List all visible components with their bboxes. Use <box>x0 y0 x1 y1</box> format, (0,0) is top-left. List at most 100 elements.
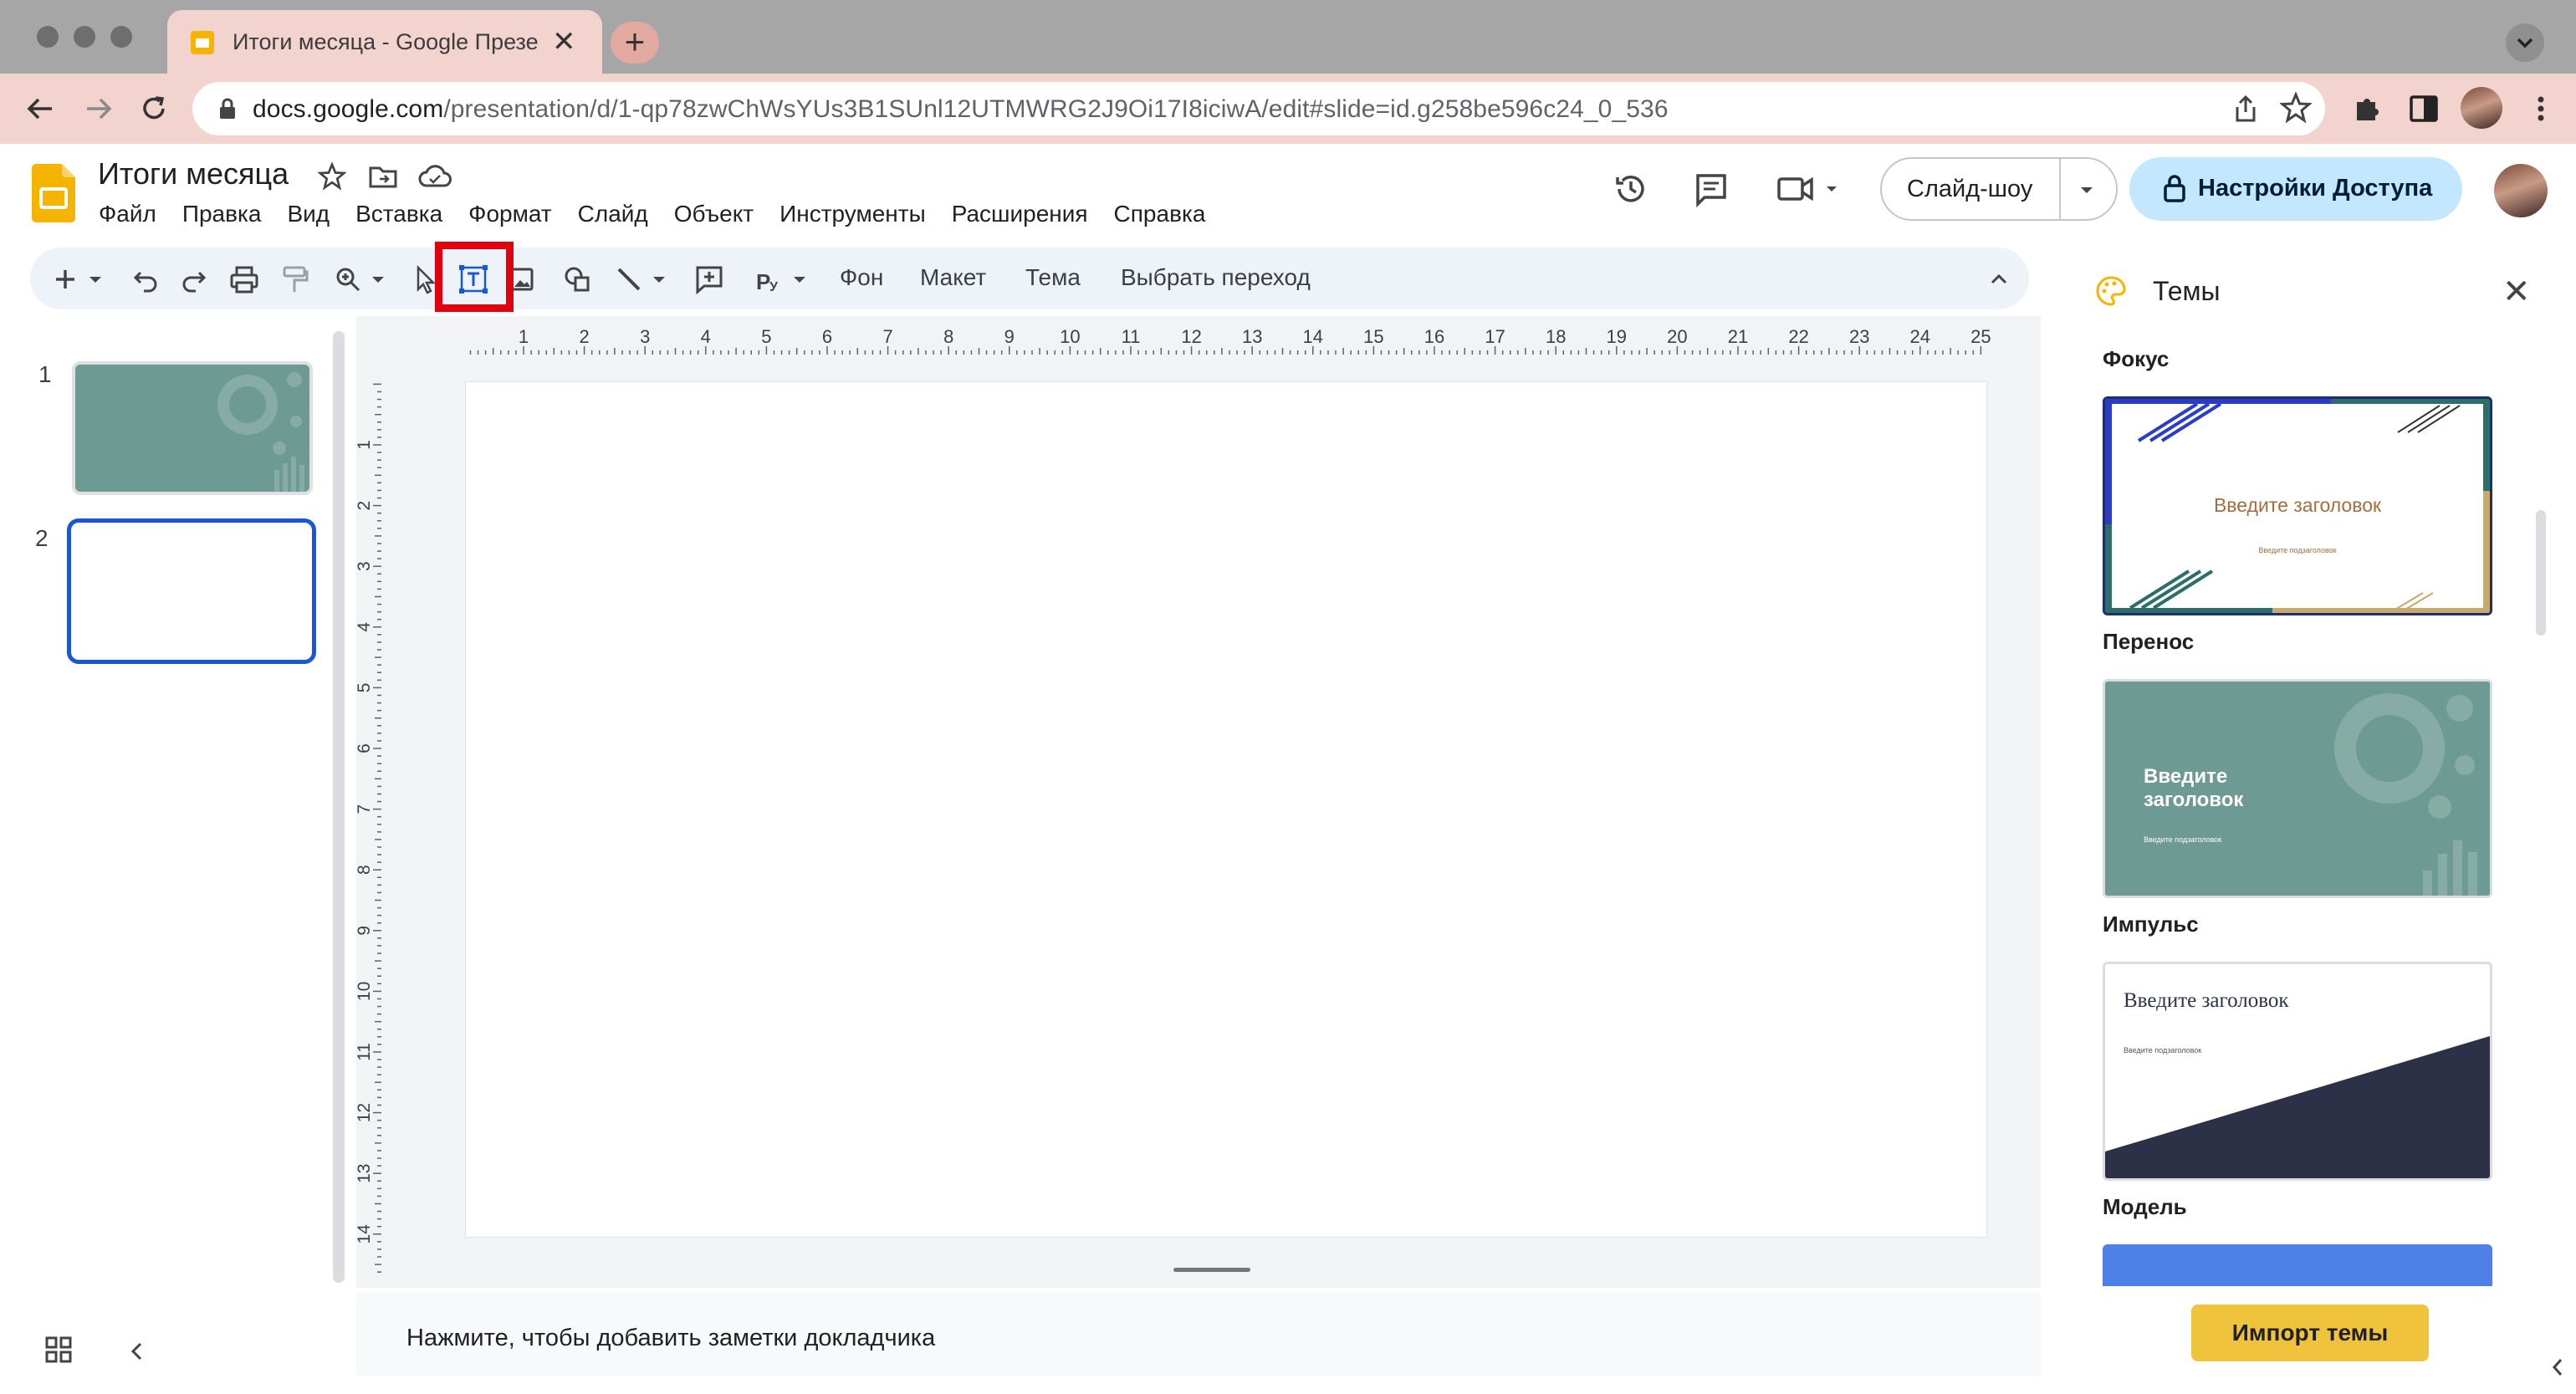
ruler-label: 8 <box>355 865 374 875</box>
theme-button[interactable]: Тема <box>1025 264 1081 291</box>
theme-card-transfer[interactable]: Введите заголовок Введите подзаголовок <box>2103 679 2492 898</box>
zoom-icon[interactable] <box>331 263 365 296</box>
theme-preview-title: Введите заголовок <box>2144 765 2244 811</box>
menu-arrange[interactable]: Объект <box>674 201 754 227</box>
slides-logo-icon[interactable] <box>32 164 75 222</box>
new-tab-button[interactable]: + <box>611 22 659 64</box>
line-icon[interactable] <box>612 263 646 296</box>
ruler-label: 1 <box>519 326 529 347</box>
background-button[interactable]: Фон <box>840 264 883 291</box>
move-folder-icon[interactable] <box>368 162 398 191</box>
menu-format[interactable]: Формат <box>468 201 551 227</box>
star-icon[interactable] <box>318 162 346 191</box>
collapse-toolbar-icon[interactable] <box>1982 263 2016 296</box>
share-page-icon[interactable] <box>2231 94 2260 124</box>
menu-tools[interactable]: Инструменты <box>779 201 926 227</box>
theme-card-model[interactable] <box>2103 1244 2492 1286</box>
collapse-filmstrip-icon[interactable] <box>122 1335 152 1368</box>
theme-preview-subtitle: Введите подзаголовок <box>2144 835 2222 844</box>
grid-view-icon[interactable] <box>42 1333 75 1366</box>
slideshow-dropdown-icon[interactable] <box>2074 177 2099 202</box>
side-panel-collapse-icon[interactable] <box>2538 1348 2576 1386</box>
browser-profile-avatar[interactable] <box>2461 87 2502 129</box>
print-icon[interactable] <box>227 263 261 296</box>
share-button[interactable]: Настройки Доступа <box>2129 157 2462 221</box>
ruler-label: 10 <box>1060 326 1080 347</box>
theme-name: Перенос <box>2103 629 2195 654</box>
slide-thumbnail-1[interactable] <box>72 361 313 495</box>
menu-view[interactable]: Вид <box>287 201 330 227</box>
add-comment-icon[interactable] <box>693 263 726 296</box>
theme-card-focus[interactable]: Введите заголовок Введите подзаголовок <box>2103 396 2492 615</box>
menu-help[interactable]: Справка <box>1114 201 1206 227</box>
vertical-ruler[interactable]: 1234567891011121314 <box>351 380 385 1274</box>
theme-name: Импульс <box>2103 911 2199 937</box>
extensions-icon[interactable] <box>2349 90 2385 127</box>
thumbnail-decoration <box>217 372 304 492</box>
zoom-dropdown-icon[interactable] <box>368 263 388 296</box>
lock-icon[interactable] <box>217 97 238 120</box>
horizontal-ruler[interactable]: 1 2 3 4 5 6 7 8 9 10 11 12 13 14 15 16 17 18 19 20 21 22 23 24 2… <box>465 324 1996 358</box>
notes-resize-handle[interactable] <box>1173 1268 1250 1272</box>
browser-tab[interactable]: Итоги месяца - Google Презе ✕ <box>167 10 602 74</box>
share-label: Настройки Доступа <box>2198 175 2433 202</box>
back-button[interactable] <box>22 90 59 127</box>
layout-button[interactable]: Макет <box>920 264 986 291</box>
account-avatar[interactable] <box>2494 164 2548 217</box>
close-icon[interactable]: ✕ <box>2502 273 2531 311</box>
browser-menu-icon[interactable] <box>2522 90 2559 127</box>
meet-camera-icon[interactable] <box>1776 172 1843 206</box>
browser-toolbar: docs.google.com/presentation/d/1-qp78zwC… <box>0 74 2576 144</box>
side-panel-icon[interactable] <box>2405 90 2442 127</box>
ruler-label: 7 <box>882 326 892 347</box>
address-bar[interactable]: docs.google.com/presentation/d/1-qp78zwC… <box>192 82 2325 135</box>
new-slide-button[interactable] <box>49 263 82 296</box>
ruler-label: 22 <box>1788 326 1808 347</box>
filmstrip-scrollbar[interactable] <box>333 331 345 1283</box>
slides-favicon-icon <box>191 31 214 54</box>
new-slide-dropdown-icon[interactable] <box>85 263 105 296</box>
window-zoom-button[interactable] <box>110 26 132 48</box>
menu-insert[interactable]: Вставка <box>355 201 442 227</box>
transition-button[interactable]: Выбрать переход <box>1121 264 1311 291</box>
ruler-label: 18 <box>1546 326 1566 347</box>
paint-format-icon[interactable] <box>278 263 311 296</box>
comments-icon[interactable] <box>1693 171 1730 207</box>
themes-scrollbar[interactable] <box>2536 510 2546 636</box>
menu-bar: Файл Правка Вид Вставка Формат Слайд Объ… <box>99 201 1231 227</box>
forward-button[interactable] <box>80 90 117 127</box>
ruler-label: 13 <box>1242 326 1262 347</box>
menu-file[interactable]: Файл <box>99 201 156 227</box>
speaker-notes-area[interactable]: Нажмите, чтобы добавить заметки докладчи… <box>356 1293 2041 1376</box>
tab-search-button[interactable] <box>2506 23 2544 62</box>
window-minimize-button[interactable] <box>74 26 95 48</box>
line-dropdown-icon[interactable] <box>649 263 669 296</box>
bookmark-star-icon[interactable] <box>2280 92 2312 124</box>
input-tools-icon[interactable]: PУ <box>754 263 813 296</box>
undo-icon[interactable] <box>129 263 162 296</box>
editing-toolbar: PУ Фон Макет Тема Выбрать переход <box>30 248 2029 309</box>
slideshow-label: Слайд-шоу <box>1907 176 2033 202</box>
import-theme-button[interactable]: Импорт темы <box>2191 1305 2429 1361</box>
reload-button[interactable] <box>135 90 172 127</box>
slide-canvas[interactable] <box>465 381 1987 1238</box>
window-close-button[interactable] <box>37 26 59 48</box>
menu-extensions[interactable]: Расширения <box>952 201 1088 227</box>
menu-slide[interactable]: Слайд <box>578 201 648 227</box>
shape-icon[interactable] <box>560 263 594 296</box>
menu-edit[interactable]: Правка <box>182 201 262 227</box>
document-title[interactable]: Итоги месяца <box>98 156 289 191</box>
redo-icon[interactable] <box>177 263 211 296</box>
cloud-saved-icon[interactable] <box>418 164 452 189</box>
version-history-icon[interactable] <box>1613 171 1649 207</box>
ruler-label: 24 <box>1910 326 1930 347</box>
tab-close-icon[interactable]: ✕ <box>552 25 576 59</box>
ruler-label: 11 <box>355 1043 374 1061</box>
theme-preview-title: Введите заголовок <box>2124 989 2289 1012</box>
slideshow-button[interactable]: Слайд-шоу <box>1880 157 2118 221</box>
ruler-label: 6 <box>822 326 832 347</box>
theme-card-impulse[interactable]: Введите заголовок Введите подзаголовок <box>2103 962 2492 1181</box>
slide-thumbnail-2-selected[interactable] <box>67 518 316 664</box>
ruler-label: 9 <box>355 926 374 936</box>
speaker-notes-placeholder[interactable]: Нажмите, чтобы добавить заметки докладчи… <box>406 1325 935 1352</box>
